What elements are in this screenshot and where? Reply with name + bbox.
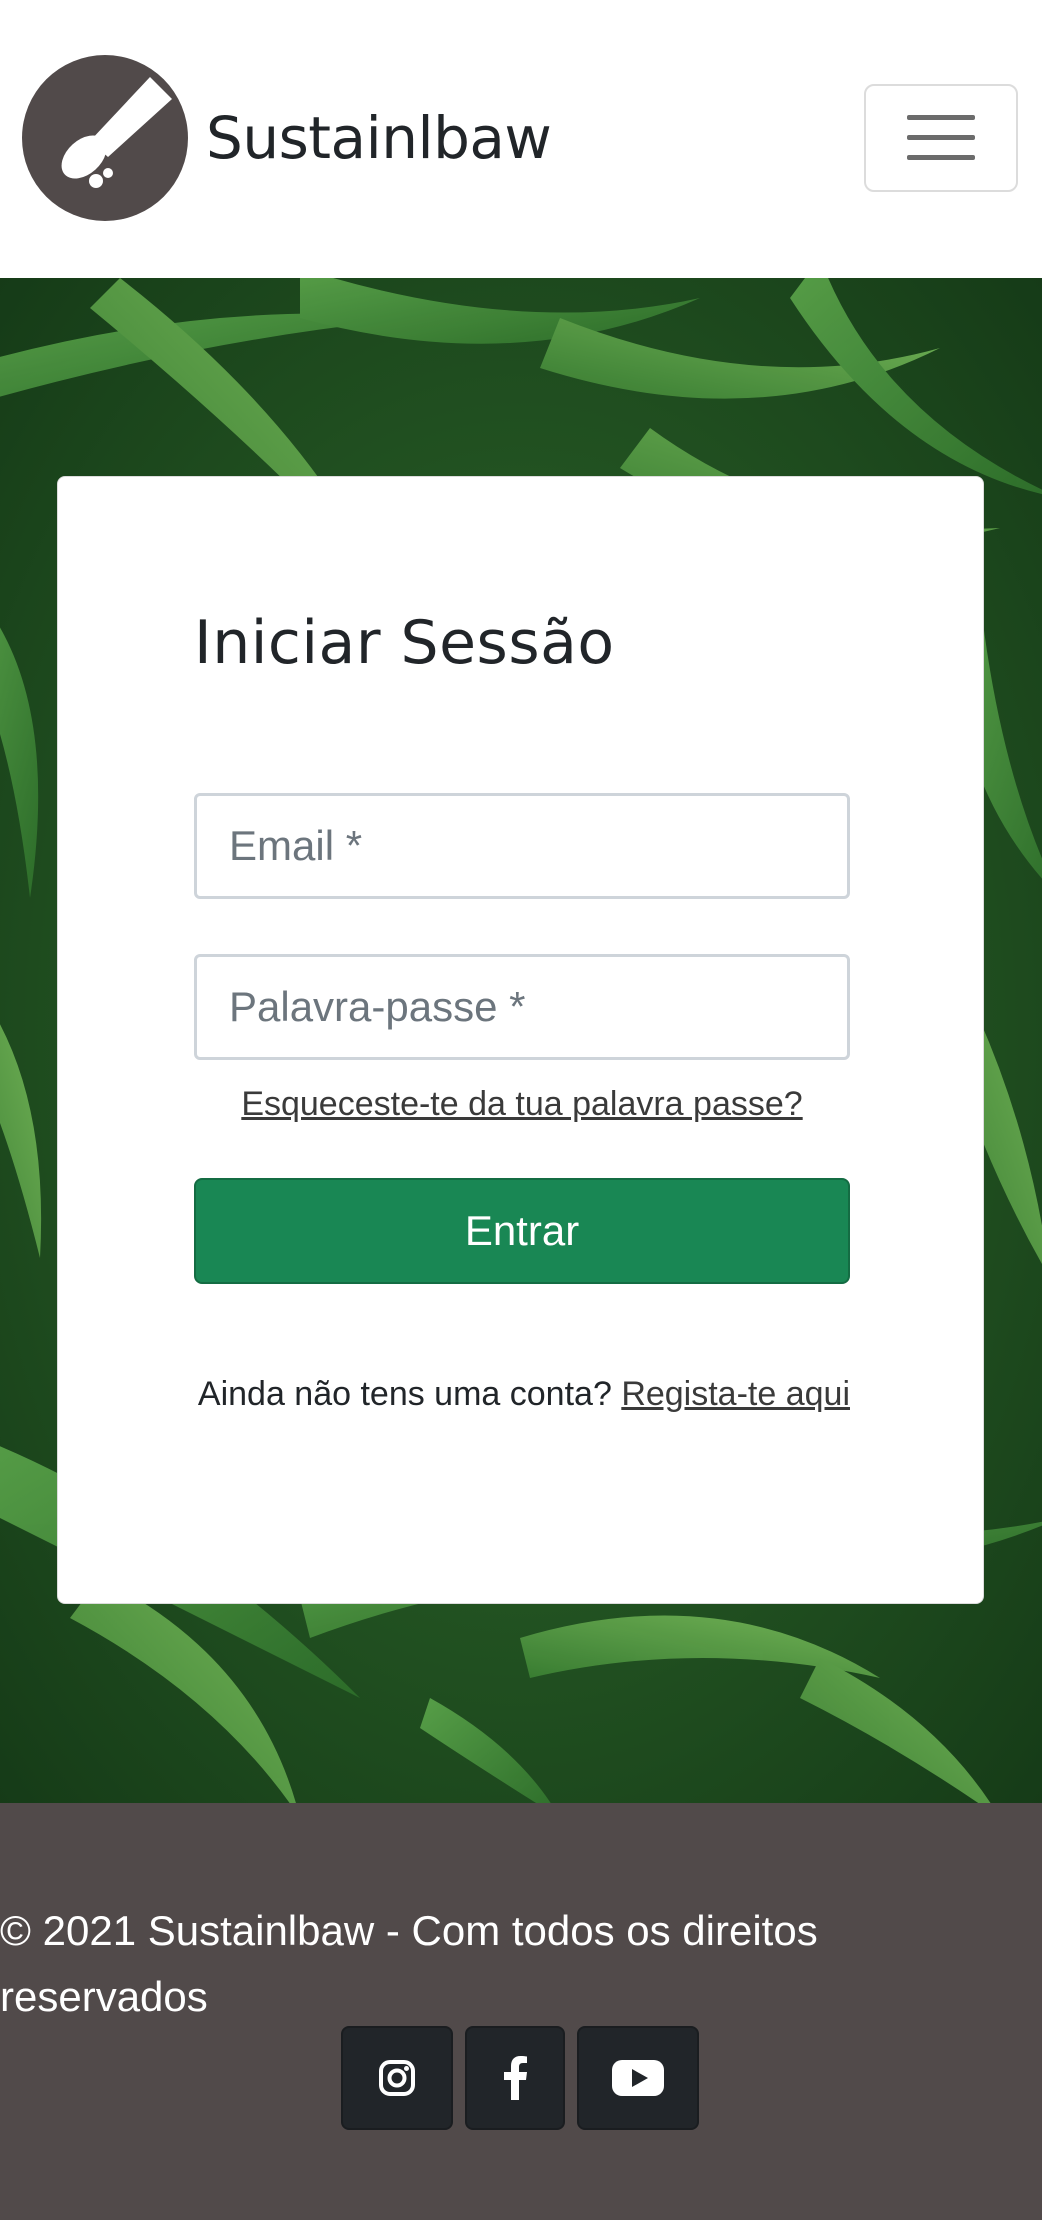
youtube-button[interactable] <box>577 2026 699 2130</box>
password-input[interactable] <box>194 954 850 1060</box>
email-input[interactable] <box>194 793 850 899</box>
navbar: Sustainlbaw <box>0 0 1042 278</box>
brand-link[interactable]: Sustainlbaw <box>22 55 552 221</box>
page-title: Iniciar Sessão <box>194 608 615 678</box>
hamburger-menu-icon <box>907 115 975 160</box>
footer: © 2021 Sustainlbaw - Com todos os direit… <box>0 1803 1042 2220</box>
facebook-button[interactable] <box>465 2026 565 2130</box>
copyright-text: © 2021 Sustainlbaw - Com todos os direit… <box>0 1907 818 2020</box>
brush-logo-icon <box>22 55 188 221</box>
youtube-icon <box>612 2060 664 2096</box>
forgot-password-link[interactable]: Esqueceste-te da tua palavra passe? <box>194 1085 850 1124</box>
instagram-button[interactable] <box>341 2026 453 2130</box>
hamburger-menu-button[interactable] <box>864 84 1018 192</box>
register-prompt: Ainda não tens uma conta? <box>197 1375 612 1413</box>
register-link[interactable]: Regista-te aqui <box>621 1375 850 1413</box>
register-row: Ainda não tens uma conta? Regista-te aqu… <box>194 1375 850 1414</box>
login-button[interactable]: Entrar <box>194 1178 850 1284</box>
brand-name: Sustainlbaw <box>206 104 552 172</box>
instagram-icon <box>379 2060 415 2096</box>
login-card: Iniciar Sessão Esqueceste-te da tua pala… <box>57 476 984 1604</box>
social-links <box>341 2026 699 2130</box>
facebook-icon <box>504 2056 527 2100</box>
